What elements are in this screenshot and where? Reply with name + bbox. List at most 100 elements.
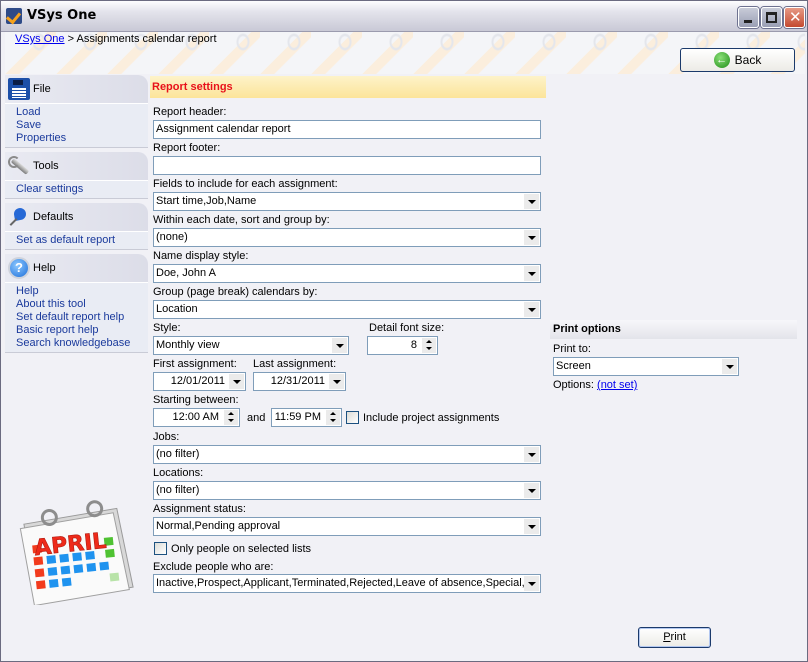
sidebar-group-file[interactable]: File bbox=[5, 75, 148, 103]
style-dropdown[interactable]: Monthly view bbox=[153, 336, 349, 355]
starting-between-label: Starting between: bbox=[153, 394, 239, 406]
back-button[interactable]: ← Back bbox=[680, 48, 795, 72]
name-display-style-label: Name display style: bbox=[153, 250, 249, 262]
group-calendars-by-label: Group (page break) calendars by: bbox=[153, 286, 318, 298]
sort-group-by-dropdown[interactable]: (none) bbox=[153, 228, 541, 247]
sidebar-item-properties[interactable]: Properties bbox=[16, 132, 148, 145]
report-footer-label: Report footer: bbox=[153, 142, 221, 154]
app-window: VSys One ✕ VSys One > Assignments calend… bbox=[0, 0, 808, 662]
last-assignment-label: Last assignment: bbox=[253, 358, 337, 370]
jobs-label: Jobs: bbox=[153, 431, 180, 443]
start-time-from-spinner[interactable]: 12:00 AM bbox=[153, 408, 240, 427]
sidebar-file-items: Load Save Properties bbox=[5, 103, 148, 148]
sidebar-group-help[interactable]: ? Help bbox=[5, 254, 148, 282]
jobs-value: (no filter) bbox=[156, 448, 200, 460]
app-logo-icon bbox=[6, 8, 22, 24]
sidebar-tools-items: Clear settings bbox=[5, 180, 148, 199]
first-assignment-date-picker[interactable]: 12/01/2011 bbox=[153, 372, 246, 391]
locations-dropdown[interactable]: (no filter) bbox=[153, 481, 541, 500]
group-calendars-by-dropdown[interactable]: Location bbox=[153, 300, 541, 319]
last-assignment-date-picker[interactable]: 12/31/2011 bbox=[253, 372, 346, 391]
back-arrow-icon: ← bbox=[713, 52, 730, 68]
chevron-down-icon bbox=[722, 359, 737, 374]
sidebar: File Load Save Properties Tools Clear se… bbox=[5, 75, 148, 357]
fields-to-include-label: Fields to include for each assignment: bbox=[153, 178, 338, 190]
sidebar-item-load[interactable]: Load bbox=[16, 106, 148, 119]
detail-font-size-spinner[interactable]: 8 bbox=[367, 336, 438, 355]
style-value: Monthly view bbox=[156, 339, 220, 351]
report-header-input[interactable]: Assignment calendar report bbox=[153, 120, 541, 139]
sidebar-item-clear-settings[interactable]: Clear settings bbox=[16, 183, 148, 196]
include-project-assignments-label: Include project assignments bbox=[363, 412, 500, 424]
chevron-down-icon bbox=[332, 338, 347, 353]
sidebar-group-title: Tools bbox=[33, 160, 59, 172]
close-icon: ✕ bbox=[789, 8, 802, 26]
first-assignment-label: First assignment: bbox=[153, 358, 237, 370]
sidebar-help-items: Help About this tool Set default report … bbox=[5, 282, 148, 353]
print-options-row: Options: (not set) bbox=[553, 379, 637, 391]
calendar-april-icon: APRIL bbox=[19, 500, 134, 605]
detail-font-size-label: Detail font size: bbox=[369, 322, 445, 334]
sidebar-defaults-items: Set as default report bbox=[5, 231, 148, 250]
report-footer-input[interactable] bbox=[153, 156, 541, 175]
sidebar-item-about[interactable]: About this tool bbox=[16, 298, 148, 311]
sort-group-by-label: Within each date, sort and group by: bbox=[153, 214, 330, 226]
chevron-down-icon bbox=[524, 576, 539, 591]
name-display-style-dropdown[interactable]: Doe, John A bbox=[153, 264, 541, 283]
only-selected-lists-checkbox[interactable] bbox=[154, 542, 167, 555]
chevron-down-icon bbox=[524, 230, 539, 245]
and-label: and bbox=[247, 412, 266, 424]
sidebar-item-set-default-report[interactable]: Set as default report bbox=[16, 234, 148, 247]
include-project-assignments-checkbox[interactable] bbox=[346, 411, 359, 424]
sidebar-item-help[interactable]: Help bbox=[16, 285, 148, 298]
chevron-down-icon bbox=[524, 447, 539, 462]
breadcrumb-root-link[interactable]: VSys One bbox=[15, 33, 65, 45]
maximize-button[interactable] bbox=[761, 7, 782, 28]
sidebar-group-defaults[interactable]: Defaults bbox=[5, 203, 148, 231]
spinner-arrows-icon[interactable] bbox=[326, 410, 340, 425]
chevron-down-icon bbox=[229, 374, 244, 389]
back-button-label: Back bbox=[734, 53, 762, 67]
jobs-dropdown[interactable]: (no filter) bbox=[153, 445, 541, 464]
chevron-down-icon bbox=[524, 302, 539, 317]
start-time-to-spinner[interactable]: 11:59 PM bbox=[271, 408, 342, 427]
spinner-arrows-icon[interactable] bbox=[224, 410, 238, 425]
print-options-header: Print options bbox=[550, 320, 797, 339]
style-label: Style: bbox=[153, 322, 181, 334]
chevron-down-icon bbox=[524, 519, 539, 534]
print-button-label: Print bbox=[663, 631, 686, 643]
maximize-icon bbox=[766, 12, 777, 23]
assignment-status-label: Assignment status: bbox=[153, 503, 246, 515]
sidebar-item-basic-report-help[interactable]: Basic report help bbox=[16, 324, 148, 337]
minimize-button[interactable] bbox=[738, 7, 759, 28]
sidebar-item-default-report-help[interactable]: Set default report help bbox=[16, 311, 148, 324]
minimize-icon bbox=[744, 20, 752, 23]
print-options-label: Options: bbox=[553, 379, 594, 391]
wrench-icon bbox=[8, 155, 30, 177]
spinner-arrows-icon[interactable] bbox=[422, 338, 436, 353]
sidebar-group-title: File bbox=[33, 83, 51, 95]
breadcrumb-separator: > bbox=[67, 33, 75, 45]
assignment-status-value: Normal,Pending approval bbox=[156, 520, 281, 532]
start-time-from-value: 12:00 AM bbox=[172, 411, 219, 423]
group-calendars-by-value: Location bbox=[156, 303, 198, 315]
fields-to-include-dropdown[interactable]: Start time,Job,Name bbox=[153, 192, 541, 211]
sidebar-group-title: Defaults bbox=[33, 211, 74, 223]
print-button[interactable]: Print bbox=[638, 627, 711, 648]
header-banner: VSys One > Assignments calendar report ←… bbox=[5, 32, 805, 74]
print-options-link[interactable]: (not set) bbox=[597, 379, 637, 391]
report-settings-header: Report settings bbox=[150, 76, 546, 98]
sidebar-item-search-knowledgebase[interactable]: Search knowledgebase bbox=[16, 337, 148, 350]
sidebar-group-tools[interactable]: Tools bbox=[5, 152, 148, 180]
breadcrumb-current: Assignments calendar report bbox=[76, 33, 217, 45]
name-display-style-value: Doe, John A bbox=[156, 267, 216, 279]
exclude-people-dropdown[interactable]: Inactive,Prospect,Applicant,Terminated,R… bbox=[153, 574, 541, 593]
assignment-status-dropdown[interactable]: Normal,Pending approval bbox=[153, 517, 541, 536]
start-time-to-value: 11:59 PM bbox=[274, 411, 321, 423]
locations-label: Locations: bbox=[153, 467, 204, 479]
sort-group-by-value: (none) bbox=[156, 231, 188, 243]
close-button[interactable]: ✕ bbox=[784, 7, 805, 28]
chevron-down-icon bbox=[524, 483, 539, 498]
print-to-dropdown[interactable]: Screen bbox=[553, 357, 739, 376]
sidebar-item-save[interactable]: Save bbox=[16, 119, 148, 132]
